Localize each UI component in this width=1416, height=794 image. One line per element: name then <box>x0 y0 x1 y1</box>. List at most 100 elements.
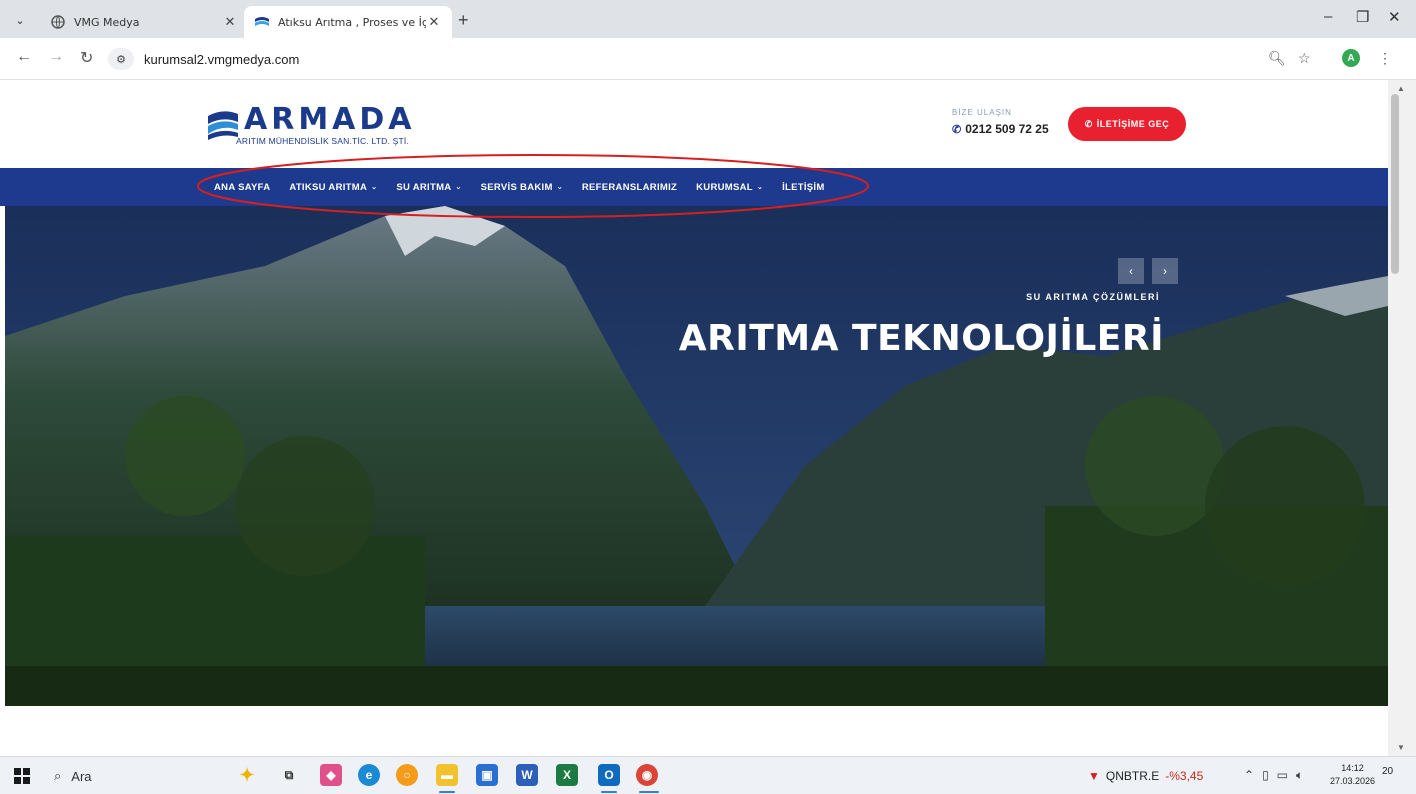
minimize-icon[interactable]: – <box>1324 8 1332 25</box>
contact-cta-button[interactable]: ✆ İLETİŞİME GEÇ <box>1068 107 1186 141</box>
armada-logo-icon <box>208 111 238 140</box>
phone-number: 0212 509 72 25 <box>965 122 1049 136</box>
scroll-up-icon[interactable]: ▲ <box>1397 84 1405 93</box>
clock[interactable]: 14:12 27.03.2026 <box>1330 762 1375 788</box>
forward-icon[interactable]: → <box>48 48 64 66</box>
chevron-down-icon: ⌄ <box>455 184 462 191</box>
nav-item-wastewater[interactable]: ATIKSU ARITMA ⌄ <box>289 182 377 193</box>
tab-armada[interactable]: Atıksu Arıtma , Proses ve İçme S ✕ <box>244 6 452 38</box>
system-tray: ⌃ ▯ ▭ 🔈︎ <box>1244 768 1303 783</box>
nav-item-corporate[interactable]: KURUMSAL ⌄ <box>696 182 763 193</box>
address-bar[interactable]: ⚙ kurumsal2.vmgmedya.com <box>104 44 1328 74</box>
page-viewport: ARMADA ARITIM MÜHENDİSLİK SAN.TİC. LTD. … <box>0 80 1388 756</box>
tab-strip: ⌄ VMG Medya ✕ Atıksu Arıtma , Proses ve … <box>0 0 1416 38</box>
nav-label: REFERANSLARIMIZ <box>581 181 678 193</box>
chrome-icon[interactable]: ◉ <box>636 764 658 786</box>
nav-label: KURUMSAL <box>696 181 753 193</box>
menu-kebab-icon[interactable]: ⋮ <box>1378 50 1392 67</box>
phone-icon: ✆ <box>1084 118 1093 129</box>
bookmark-star-icon[interactable]: ☆ <box>1298 50 1311 67</box>
slider-prev-button[interactable]: ‹ <box>1118 258 1144 284</box>
new-tab-button[interactable]: + <box>458 10 469 31</box>
word-icon[interactable]: W <box>516 764 538 786</box>
nav-item-service[interactable]: SERVİS BAKIM ⌄ <box>481 182 563 193</box>
excel-icon[interactable]: X <box>556 764 578 786</box>
reload-icon[interactable]: ↻ <box>80 48 93 68</box>
close-window-icon[interactable]: ✕ <box>1388 8 1401 26</box>
hero-slider: ‹ › SU ARITMA ÇÖZÜMLERİ ARITMA TEKNOLOJİ… <box>5 206 1388 706</box>
task-view-icon[interactable]: ⧉ <box>278 764 300 786</box>
stock-symbol: QNBTR.E <box>1105 769 1160 783</box>
site-settings-icon[interactable]: ⚙ <box>108 48 134 70</box>
url-text[interactable]: kurumsal2.vmgmedya.com <box>144 52 299 67</box>
page-scrollbar[interactable]: ▲ ▼ <box>1388 80 1416 756</box>
windows-start-icon[interactable] <box>14 768 30 784</box>
hero-title: ARITMA TEKNOLOJİLERİ <box>678 318 1164 359</box>
chevron-down-icon: ⌄ <box>371 184 378 191</box>
slider-next-button[interactable]: › <box>1152 258 1178 284</box>
scroll-down-icon[interactable]: ▼ <box>1397 743 1405 752</box>
stock-change: -%3,45 <box>1165 769 1204 783</box>
logo-subtitle: ARITIM MÜHENDİSLİK SAN.TİC. LTD. ŞTİ. <box>236 136 410 146</box>
nav-label: SU ARITMA <box>396 181 452 193</box>
search-label: Ara <box>71 768 92 784</box>
sparkle-icon[interactable]: ✦ <box>236 764 258 786</box>
browser-toolbar: ← → ↻ ⚙ kurumsal2.vmgmedya.com 🔍︎ ☆ A ⋮ <box>0 38 1416 80</box>
site-logo[interactable]: ARMADA ARITIM MÜHENDİSLİK SAN.TİC. LTD. … <box>206 102 446 148</box>
contact-label: BİZE ULAŞIN <box>952 108 1012 117</box>
network-icon[interactable]: ▭ <box>1277 768 1288 783</box>
notification-center-icon[interactable]: 20 <box>1382 766 1402 786</box>
stock-trend-icon: ▼ <box>1088 769 1100 783</box>
nav-label: ANA SAYFA <box>214 181 271 193</box>
store-icon[interactable]: ▣ <box>476 764 498 786</box>
search-icon: ⌕ <box>54 768 62 783</box>
nav-item-references[interactable]: REFERANSLARIMIZ <box>582 182 677 193</box>
tab-title: Atıksu Arıtma , Proses ve İçme S <box>278 15 426 29</box>
clock-time: 14:12 <box>1341 763 1364 773</box>
active-indicator <box>639 791 659 793</box>
restore-icon[interactable]: ❐ <box>1356 8 1369 26</box>
globe-icon <box>50 14 66 30</box>
edge-icon[interactable]: e <box>358 764 380 786</box>
battery-icon[interactable]: ▯ <box>1262 768 1269 783</box>
contact-phone[interactable]: ✆ 0212 509 72 25 <box>952 122 1049 136</box>
back-icon[interactable]: ← <box>16 48 32 66</box>
outlook-icon[interactable]: O <box>598 764 620 786</box>
site-header: ARMADA ARITIM MÜHENDİSLİK SAN.TİC. LTD. … <box>0 80 1388 168</box>
close-tab-icon[interactable]: ✕ <box>222 15 238 30</box>
stock-widget[interactable]: ▼ QNBTR.E -%3,45 <box>1088 769 1203 783</box>
volume-icon[interactable]: 🔈︎ <box>1296 768 1303 783</box>
phone-icon: ✆ <box>952 123 962 136</box>
cta-label: İLETİŞİME GEÇ <box>1096 119 1170 129</box>
nav-item-contact[interactable]: İLETİŞİM <box>782 182 825 193</box>
hero-eyebrow: SU ARITMA ÇÖZÜMLERİ <box>1026 292 1160 302</box>
nav-item-water-treatment[interactable]: SU ARITMA ⌄ <box>396 182 461 193</box>
zoom-icon[interactable]: 🔍︎ <box>1268 50 1286 67</box>
scrollbar-thumb[interactable] <box>1391 94 1399 274</box>
hero-landscape-image <box>5 206 1388 706</box>
taskbar: ⌕ Ara ✦ ⧉ ◆ e ○ ▬ ▣ W X O ◉ ▼ QNBTR.E -%… <box>0 756 1416 794</box>
nav-item-home[interactable]: ANA SAYFA <box>214 182 270 193</box>
tab-title: VMG Medya <box>74 15 140 29</box>
chevron-up-icon[interactable]: ⌃ <box>1244 768 1254 783</box>
armada-favicon-icon <box>254 14 270 30</box>
nav-label: ATIKSU ARITMA <box>289 181 368 193</box>
taskbar-search[interactable]: ⌕ Ara <box>44 763 184 789</box>
chevron-down-icon: ⌄ <box>756 184 764 191</box>
browser-app-icon[interactable]: ○ <box>396 764 418 786</box>
notification-count: 20 <box>1382 766 1394 777</box>
main-navigation: ANA SAYFA ATIKSU ARITMA ⌄ SU ARITMA ⌄ SERV… <box>0 168 1388 206</box>
close-tab-icon[interactable]: ✕ <box>426 15 442 30</box>
nav-label: SERVİS BAKIM <box>480 181 553 193</box>
active-indicator <box>439 791 455 793</box>
profile-avatar[interactable]: A <box>1342 49 1360 67</box>
file-explorer-icon[interactable]: ▬ <box>436 764 458 786</box>
active-indicator <box>601 791 617 793</box>
tab-vmg-medya[interactable]: VMG Medya ✕ <box>40 6 248 38</box>
nav-label: İLETİŞİM <box>782 181 825 193</box>
copilot-icon[interactable]: ◆ <box>320 764 342 786</box>
clock-date: 27.03.2026 <box>1330 776 1376 786</box>
logo-wordmark: ARMADA <box>244 102 416 137</box>
tab-search-button[interactable]: ⌄ <box>8 8 32 32</box>
chevron-down-icon: ⌄ <box>556 184 563 191</box>
